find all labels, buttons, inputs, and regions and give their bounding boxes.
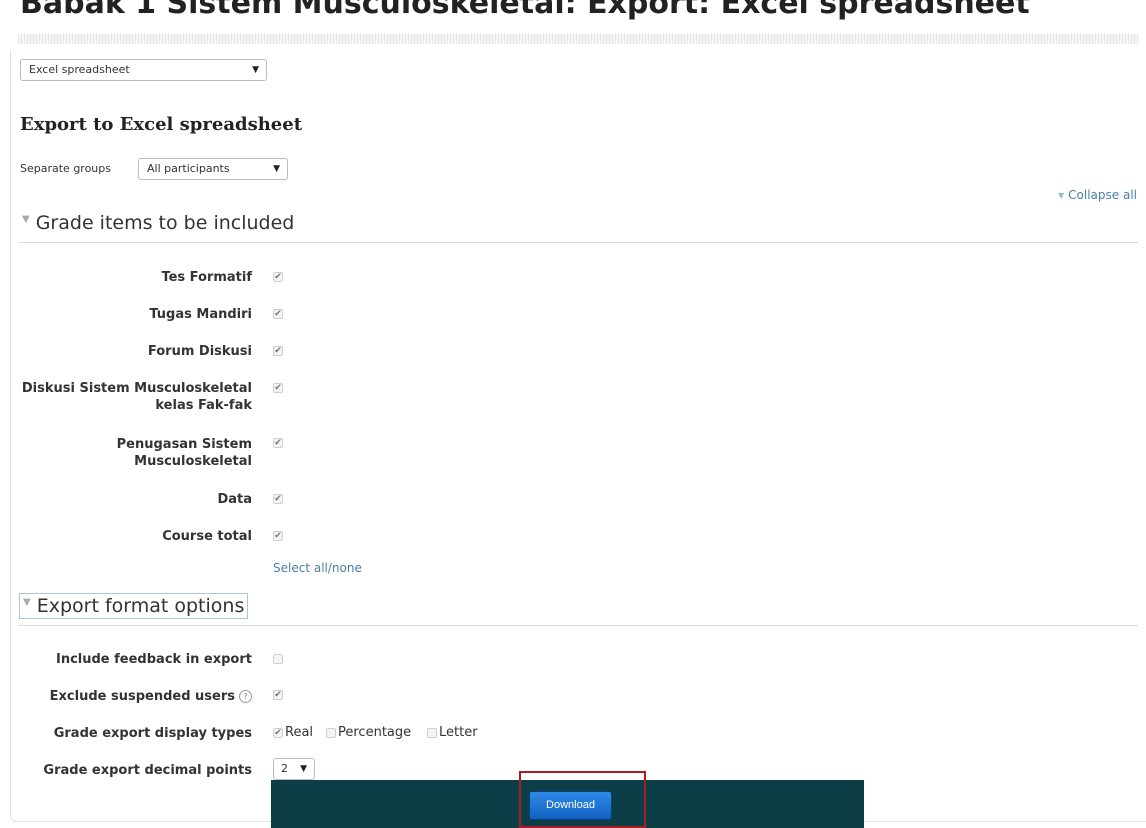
grade-item-checkbox[interactable]: ✔ bbox=[273, 383, 283, 393]
chevron-down-icon: ▼ bbox=[300, 764, 307, 774]
display-type-percentage-checkbox[interactable] bbox=[326, 728, 336, 738]
format-options-divider bbox=[18, 625, 1138, 626]
download-button[interactable]: Download bbox=[529, 791, 612, 820]
exclude-suspended-row-label: Exclude suspended users? bbox=[0, 688, 252, 705]
grade-item-checkbox[interactable]: ✔ bbox=[273, 346, 283, 356]
triangle-down-icon: ▼ bbox=[23, 597, 31, 608]
decimal-points-select[interactable]: 2 ▼ bbox=[273, 758, 315, 780]
title-divider bbox=[18, 34, 1138, 44]
triangle-down-icon: ▼ bbox=[1058, 191, 1065, 200]
question-circle-icon[interactable]: ? bbox=[239, 690, 252, 703]
chevron-down-icon: ▼ bbox=[252, 65, 259, 75]
collapse-all-label: Collapse all bbox=[1068, 188, 1137, 202]
grade-items-legend[interactable]: ▼ Grade items to be included bbox=[22, 212, 294, 234]
decimal-points-value: 2 bbox=[281, 762, 288, 775]
export-type-value: Excel spreadsheet bbox=[29, 63, 130, 76]
grade-item-label: Diskusi Sistem Musculoskeletal kelas Fak… bbox=[21, 381, 252, 413]
groups-value: All participants bbox=[147, 162, 230, 175]
display-type-real-checkbox[interactable]: ✔ bbox=[273, 728, 283, 738]
format-options-legend-label: Export format options bbox=[36, 595, 245, 617]
format-options-legend[interactable]: ▼ Export format options bbox=[19, 593, 249, 619]
chevron-down-icon: ▼ bbox=[273, 164, 280, 174]
display-types-label: Grade export display types bbox=[53, 726, 252, 741]
grade-items-legend-label: Grade items to be included bbox=[35, 212, 295, 234]
include-feedback-label: Include feedback in export bbox=[55, 652, 252, 667]
include-feedback-checkbox[interactable] bbox=[273, 654, 283, 664]
display-type-percentage-label: Percentage bbox=[338, 725, 412, 740]
grade-item-checkbox[interactable]: ✔ bbox=[273, 438, 283, 448]
groups-select[interactable]: All participants ▼ bbox=[138, 158, 288, 180]
export-type-select[interactable]: Excel spreadsheet ▼ bbox=[20, 59, 267, 81]
grade-item-label: Data bbox=[217, 492, 252, 507]
display-type-letter-label: Letter bbox=[439, 725, 478, 740]
grade-item-label: Tes Formatif bbox=[161, 270, 252, 285]
triangle-down-icon: ▼ bbox=[22, 214, 30, 225]
collapse-all-link[interactable]: ▼ Collapse all bbox=[1058, 188, 1137, 202]
grade-item-checkbox[interactable]: ✔ bbox=[273, 494, 283, 504]
decimal-points-label: Grade export decimal points bbox=[43, 763, 252, 778]
exclude-suspended-label: Exclude suspended users bbox=[49, 689, 235, 704]
export-heading: Export to Excel spreadsheet bbox=[20, 114, 303, 135]
grade-item-checkbox[interactable]: ✔ bbox=[273, 531, 283, 541]
grade-item-checkbox[interactable]: ✔ bbox=[273, 309, 283, 319]
exclude-suspended-checkbox[interactable]: ✔ bbox=[273, 690, 283, 700]
grade-item-label: Tugas Mandiri bbox=[149, 307, 252, 322]
select-all-none-link[interactable]: Select all/none bbox=[273, 561, 362, 575]
grade-item-checkbox[interactable]: ✔ bbox=[273, 272, 283, 282]
grade-item-label: Course total bbox=[162, 529, 252, 544]
page-title: Babak 1 Sistem Musculoskeletal: Export: … bbox=[20, 0, 1030, 21]
grade-item-label: Forum Diskusi bbox=[147, 344, 252, 359]
display-type-real-label: Real bbox=[285, 725, 314, 740]
grade-items-divider bbox=[18, 242, 1138, 243]
groups-label: Separate groups bbox=[20, 162, 111, 175]
display-type-letter-checkbox[interactable] bbox=[427, 728, 437, 738]
grade-item-label: Penugasan Sistem Musculoskeletal bbox=[116, 437, 252, 469]
